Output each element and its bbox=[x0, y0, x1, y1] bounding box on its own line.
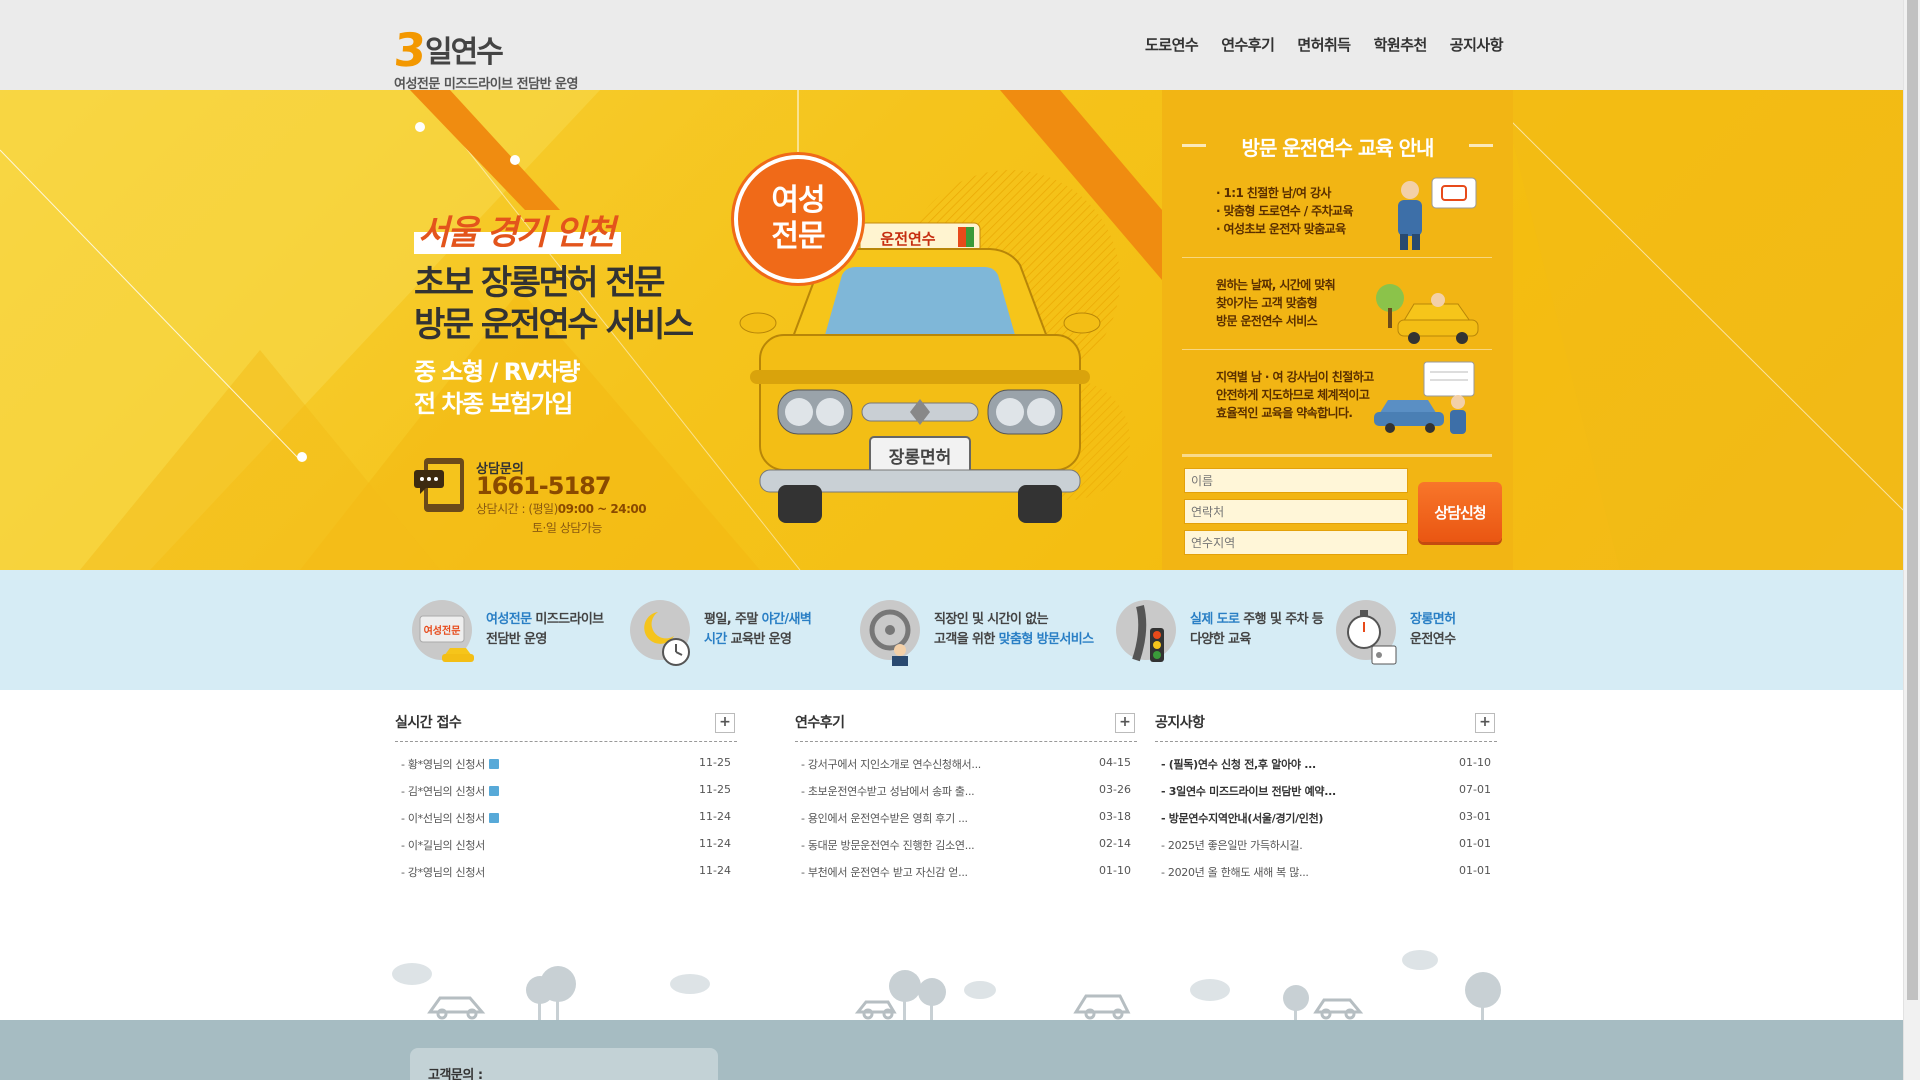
list-item[interactable]: - 3일연수 미즈드라이브 전담반 예약... 07-01 bbox=[1161, 777, 1491, 804]
list-item[interactable]: - 황*영님의 신청서 11-25 bbox=[401, 750, 731, 777]
panel-divider bbox=[1182, 454, 1492, 457]
license-plate: 장롱면허 bbox=[889, 448, 952, 468]
list-item[interactable]: - 2020년 올 한해도 새해 복 많... 01-01 bbox=[1161, 858, 1491, 885]
list-item[interactable]: - 방문연수지역안내(서울/경기/인천) 03-01 bbox=[1161, 804, 1491, 831]
driving-car-icon bbox=[1376, 284, 1479, 344]
info-line: · 여성초보 운전자 맞춤교육 bbox=[1216, 222, 1346, 236]
list-item[interactable]: - 김*연님의 신청서 11-25 bbox=[401, 777, 731, 804]
list-item[interactable]: - 2025년 좋은일만 가득하시길. 01-01 bbox=[1161, 831, 1491, 858]
instructor-icon bbox=[1398, 177, 1477, 250]
new-post-icon bbox=[489, 786, 500, 796]
board-title: 실시간 접수 bbox=[395, 715, 462, 731]
nav-item-reviews[interactable]: 연수후기 bbox=[1221, 34, 1275, 55]
info-line: 지역별 남 · 여 강사님이 친절하고 bbox=[1216, 370, 1374, 384]
steering-wheel-icon bbox=[860, 600, 920, 666]
list-item[interactable]: - (필독)연수 신청 전,후 알아야 ... 01-10 bbox=[1161, 750, 1491, 777]
nav-item-academy[interactable]: 학원추천 bbox=[1374, 34, 1428, 55]
car-roof-sign: 운전연수 bbox=[880, 230, 935, 248]
footer-landscape-illustration bbox=[392, 950, 1501, 1020]
feature-text: 직장인 및 시간이 없는 고객을 위한 맞춤형 방문서비스 bbox=[934, 612, 1094, 647]
board-list: - (필독)연수 신청 전,후 알아야 ... 01-10 - 3일연수 미즈드라… bbox=[1161, 750, 1491, 885]
contact-number[interactable]: 1661-5187 bbox=[476, 472, 612, 500]
nav-item-notice[interactable]: 공지사항 bbox=[1450, 34, 1504, 55]
list-item[interactable]: - 강서구에서 지인소개로 연수신청해서... 04-15 bbox=[801, 750, 1131, 777]
more-plus-button[interactable]: + bbox=[1115, 713, 1135, 733]
more-plus-button[interactable]: + bbox=[715, 713, 735, 733]
new-post-icon bbox=[489, 813, 500, 823]
list-item[interactable]: - 용인에서 운전연수받은 영희 후기 ... 03-18 bbox=[801, 804, 1131, 831]
feature-text: 평일, 주말 야간/새벽 시간 교육반 운영 bbox=[704, 612, 812, 647]
info-line: 방문 운전연수 서비스 bbox=[1216, 314, 1318, 328]
site-header: 3 일연수 여성전문 미즈드라이브 전담반 운영 도로연수 연수후기 면허취득 … bbox=[0, 0, 1903, 92]
instructor-car-icon bbox=[1374, 361, 1475, 434]
stopwatch-license-icon bbox=[1336, 600, 1397, 665]
list-item[interactable]: - 이*길님의 신청서 11-24 bbox=[401, 831, 731, 858]
info-line: · 맞춤형 도로연수 / 주차교육 bbox=[1216, 204, 1354, 218]
hero-banner: 서울 경기 인천 초보 장롱면허 전문 방문 운전연수 서비스 중 소형 / R… bbox=[0, 90, 1903, 570]
logo-number: 3 bbox=[392, 23, 426, 77]
contact-weekend: 토·일 상담가능 bbox=[532, 521, 602, 535]
hero-copy: 서울 경기 인천 초보 장롱면허 전문 방문 운전연수 서비스 중 소형 / R… bbox=[414, 205, 694, 420]
logo-text: 일연수 bbox=[425, 35, 504, 70]
customer-contact-box: 고객문의 : bbox=[410, 1048, 718, 1080]
feature-text: 장롱면허 운전연수 bbox=[1410, 612, 1456, 647]
board-header: 실시간 접수 + bbox=[395, 712, 737, 742]
board-list: - 황*영님의 신청서 11-25 - 김*연님의 신청서 11-25 - 이*선님… bbox=[401, 750, 731, 885]
page-scrollbar[interactable] bbox=[1903, 0, 1920, 1080]
women-specialist-badge: 여성 전문 bbox=[734, 155, 862, 283]
traffic-light-icon bbox=[1116, 600, 1176, 662]
hero-sub-1: 중 소형 / RV차량 bbox=[414, 358, 580, 386]
info-line: · 1:1 친절한 남/여 강사 bbox=[1216, 186, 1331, 200]
list-item[interactable]: - 동대문 방문운전연수 진행한 김소연... 02-14 bbox=[801, 831, 1131, 858]
feature-text: 여성전문 미즈드라이브 전담반 운영 bbox=[486, 612, 604, 647]
consult-submit-button[interactable]: 상담신청 bbox=[1418, 482, 1502, 542]
name-input[interactable] bbox=[1184, 468, 1408, 493]
info-row-regional: 지역별 남 · 여 강사님이 친절하고 안전하게 지도하므로 체계적이고 효율적… bbox=[1182, 352, 1492, 442]
feature-text: 실제 도로 주행 및 주차 등 다양한 교육 bbox=[1190, 612, 1324, 647]
hero-headline-1: 초보 장롱면허 전문 bbox=[414, 263, 665, 303]
info-panel: 방문 운전연수 교육 안내 · 1:1 친절한 남/여 강사 · 맞춤형 도로연… bbox=[1162, 90, 1513, 570]
board-header: 연수후기 + bbox=[795, 712, 1137, 742]
info-panel-title: 방문 운전연수 교육 안내 bbox=[1241, 136, 1435, 160]
info-line: 안전하게 지도하므로 체계적이고 bbox=[1216, 388, 1370, 402]
customer-contact-label: 고객문의 : bbox=[428, 1068, 483, 1080]
info-line: 원하는 날짜, 시간에 맞춰 bbox=[1216, 278, 1336, 292]
hero-region: 서울 경기 인천 bbox=[414, 205, 622, 254]
region-input[interactable] bbox=[1184, 530, 1408, 555]
list-item[interactable]: - 초보운전연수받고 성남에서 송파 출... 03-26 bbox=[801, 777, 1131, 804]
more-plus-button[interactable]: + bbox=[1475, 713, 1495, 733]
info-line: 찾아가는 고객 맞춤형 bbox=[1216, 296, 1318, 310]
board-title: 연수후기 bbox=[795, 715, 845, 731]
list-item[interactable]: - 강*영님의 신청서 11-24 bbox=[401, 858, 731, 885]
info-row-instructor: · 1:1 친절한 남/여 강사 · 맞춤형 도로연수 / 주차교육 · 여성초… bbox=[1182, 168, 1492, 258]
svg-text:여성전문: 여성전문 bbox=[424, 624, 461, 637]
female-driver-icon: 여성전문 bbox=[412, 600, 474, 662]
board-title: 공지사항 bbox=[1155, 715, 1205, 731]
consult-form: 상담신청 bbox=[1184, 468, 1502, 561]
list-item[interactable]: - 이*선님의 신청서 11-24 bbox=[401, 804, 731, 831]
hero-sub-2: 전 차종 보험가입 bbox=[414, 390, 573, 418]
board-header: 공지사항 + bbox=[1155, 712, 1497, 742]
phone-input[interactable] bbox=[1184, 499, 1408, 524]
list-item[interactable]: - 부천에서 운전연수 받고 자신감 얻... 01-10 bbox=[801, 858, 1131, 885]
phone-chat-icon bbox=[414, 458, 464, 512]
features-band: 여성전문 여성전문 미즈드라이브 전담반 운영 평일, 주말 야간/새벽 시간 … bbox=[0, 570, 1903, 690]
scrollbar-thumb[interactable] bbox=[1907, 0, 1918, 1000]
site-footer: 고객문의 : bbox=[0, 1020, 1903, 1080]
board-list: - 강서구에서 지인소개로 연수신청해서... 04-15 - 초보운전연수받고 … bbox=[801, 750, 1131, 885]
nav-item-road-training[interactable]: 도로연수 bbox=[1145, 34, 1199, 55]
contact-hours: 상담시간 : (평일)09:00 ~ 24:00 bbox=[476, 502, 647, 516]
nav-item-license[interactable]: 면허취득 bbox=[1297, 34, 1351, 55]
moon-clock-icon bbox=[630, 600, 690, 666]
site-logo[interactable]: 3 일연수 bbox=[392, 23, 504, 77]
info-line: 효율적인 교육을 약속합니다. bbox=[1216, 406, 1353, 420]
new-post-icon bbox=[489, 759, 500, 769]
main-nav: 도로연수 연수후기 면허취득 학원추천 공지사항 bbox=[1145, 34, 1504, 55]
hero-headline-2: 방문 운전연수 서비스 bbox=[414, 305, 694, 345]
info-row-schedule: 원하는 날짜, 시간에 맞춰 찾아가는 고객 맞춤형 방문 운전연수 서비스 bbox=[1182, 260, 1492, 350]
